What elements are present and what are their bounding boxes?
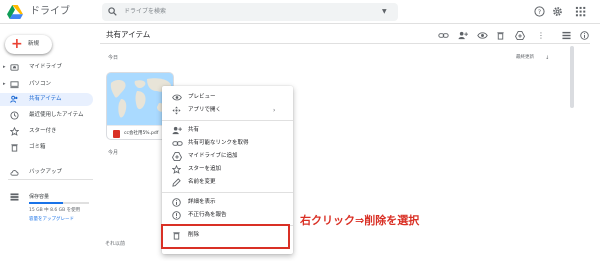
menu-item-get-link[interactable]: 共有可能なリンクを取得 (162, 138, 293, 149)
new-button[interactable]: + 新規 (5, 35, 52, 54)
pdf-icon (113, 130, 120, 138)
menu-item-label: 詳細を表示 (188, 199, 216, 205)
help-icon[interactable]: ? (534, 6, 545, 17)
report-icon (172, 211, 181, 220)
sidebar-item-label: マイドライブ (29, 64, 63, 70)
menu-item-label: 共有 (188, 127, 200, 133)
drive-logo-icon[interactable] (7, 5, 23, 19)
link-icon[interactable] (438, 31, 449, 40)
shared-people-icon (10, 95, 19, 104)
sort-label[interactable]: 最終更新 (516, 54, 534, 62)
person-add-icon (172, 126, 182, 135)
eye-icon[interactable] (477, 31, 488, 40)
link-icon (172, 139, 183, 148)
section-header-today: 今日 (108, 55, 119, 61)
main-divider (100, 43, 590, 44)
section-header-older: それ以前 (105, 241, 126, 247)
sidebar-item-label: スター付き (29, 128, 57, 134)
upgrade-storage-link[interactable]: 容量をアップグレード (29, 216, 74, 223)
search-options-icon[interactable]: ▼ (382, 6, 387, 18)
open-with-icon (172, 106, 181, 115)
arrow-down-icon[interactable]: ↓ (545, 54, 549, 62)
expand-caret-icon[interactable]: ▸ (3, 64, 6, 71)
sidebar-item-my-drive[interactable]: ▸ マイドライブ (0, 61, 93, 74)
scrollbar[interactable] (570, 46, 574, 108)
submenu-chevron-icon: › (273, 107, 276, 114)
star-icon (10, 127, 19, 136)
menu-item-share[interactable]: 共有 (162, 125, 293, 136)
menu-item-label: アプリで開く (188, 107, 222, 113)
search-icon[interactable] (108, 7, 117, 16)
menu-item-view-details[interactable]: 詳細を表示 (162, 197, 293, 208)
menu-item-report-abuse[interactable]: 不正行為を報告 (162, 210, 293, 221)
menu-divider (162, 120, 293, 121)
star-outline-icon (172, 165, 181, 174)
delete-highlight-box (161, 224, 290, 249)
clock-icon (10, 111, 19, 120)
sidebar-item-recent[interactable]: 最近使用したアイテム (0, 109, 93, 122)
search-input[interactable]: ドライブを検索 (124, 6, 166, 18)
sidebar-divider (8, 179, 93, 180)
backup-cloud-icon (10, 168, 19, 177)
new-button-label: 新規 (28, 41, 40, 47)
sidebar-item-label: 共有アイテム (29, 96, 62, 102)
trash-icon (10, 143, 19, 152)
sidebar-item-starred[interactable]: スター付き (0, 125, 93, 138)
menu-item-open-with[interactable]: アプリで開く › (162, 105, 293, 116)
sidebar-item-label: パソコン (29, 81, 52, 87)
info-icon (172, 198, 181, 207)
add-to-drive-icon (172, 152, 182, 161)
file-name: cc会社用5%.pdf (124, 131, 159, 136)
pencil-icon (172, 178, 181, 187)
plus-icon: + (11, 36, 23, 52)
drive-folder-icon (10, 63, 19, 72)
menu-item-label: 不正行為を報告 (188, 212, 227, 218)
instruction-annotation: 右クリック⇒削除を選択 (300, 214, 420, 227)
sidebar-item-trash[interactable]: ゴミ箱 (0, 141, 93, 154)
sidebar-item-label: バックアップ (29, 169, 63, 175)
menu-item-label: 共有可能なリンクを取得 (188, 140, 249, 146)
computer-icon (10, 80, 19, 89)
search-box[interactable]: ドライブを検索 ▼ (102, 3, 398, 21)
sidebar-item-label: 最近使用したアイテム (29, 112, 84, 118)
list-view-icon[interactable] (562, 31, 571, 40)
info-icon[interactable] (580, 31, 589, 40)
sidebar-item-label: ゴミ箱 (29, 144, 46, 150)
menu-divider (162, 192, 293, 193)
menu-item-preview[interactable]: プレビュー (162, 92, 293, 103)
section-header-this-month: 今月 (108, 150, 119, 156)
trash-icon[interactable] (496, 31, 505, 40)
storage-icon (10, 193, 19, 201)
menu-item-label: スターを追加 (188, 166, 222, 172)
menu-item-add-to-my-drive[interactable]: マイドライブに追加 (162, 151, 293, 162)
person-add-icon[interactable] (458, 31, 468, 40)
sidebar-item-shared[interactable]: 共有アイテム (0, 93, 93, 106)
gear-icon[interactable] (552, 6, 563, 17)
storage-usage-text: 15 GB 中 8.6 GB を使用 (29, 208, 81, 213)
apps-grid-icon[interactable] (575, 6, 586, 17)
menu-item-add-star[interactable]: スターを追加 (162, 164, 293, 175)
app-title: ドライブ (30, 6, 70, 17)
menu-item-label: 名前を変更 (188, 179, 216, 185)
menu-item-rename[interactable]: 名前を変更 (162, 177, 293, 188)
menu-item-label: プレビュー (188, 94, 216, 100)
page-title: 共有アイテム (106, 30, 151, 39)
sidebar-item-backup[interactable]: バックアップ (0, 166, 93, 179)
sidebar-item-computers[interactable]: ▸ パソコン (0, 78, 93, 91)
eye-icon (172, 93, 182, 102)
storage-label: 保存容量 (29, 194, 50, 200)
storage-progress-bar (29, 202, 89, 204)
storage-progress-fill (29, 202, 64, 204)
svg-text:?: ? (538, 8, 541, 16)
add-to-drive-icon[interactable] (515, 31, 525, 40)
more-options-icon[interactable]: ⋮ (537, 31, 545, 40)
menu-item-label: マイドライブに追加 (188, 153, 238, 159)
expand-caret-icon[interactable]: ▸ (3, 81, 6, 88)
